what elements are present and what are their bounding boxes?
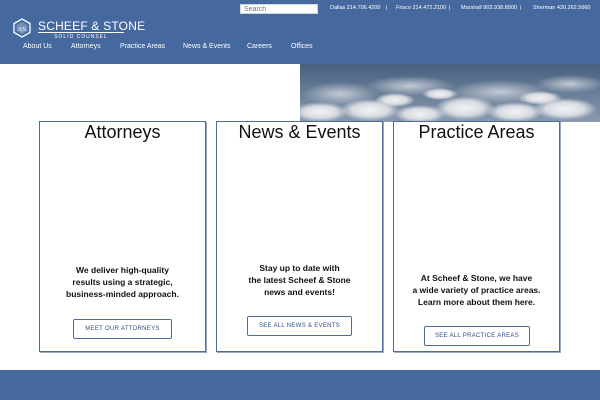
card-practice-areas-description: At Scheef & Stone, we have a wide variet… bbox=[394, 272, 559, 308]
scheef-stone-logo-icon: S|S bbox=[13, 18, 31, 38]
nav-news-events[interactable]: News & Events bbox=[183, 43, 230, 50]
meet-our-attorneys-button[interactable]: MEET OUR ATTORNEYS bbox=[73, 319, 172, 339]
see-all-news-events-button[interactable]: SEE ALL NEWS & EVENTS bbox=[247, 316, 352, 336]
sky-clouds-image bbox=[300, 64, 600, 122]
office-frisco-phone[interactable]: Frisco 214.472.2100 bbox=[396, 5, 446, 11]
see-all-practice-areas-button[interactable]: SEE ALL PRACTICE AREAS bbox=[424, 326, 530, 346]
nav-careers[interactable]: Careers bbox=[247, 43, 272, 50]
brand-tagline: SOLID COUNSEL bbox=[38, 32, 124, 41]
card-practice-areas-title: Practice Areas bbox=[418, 122, 535, 142]
nav-attorneys[interactable]: Attorneys bbox=[71, 43, 101, 50]
office-separator: | bbox=[520, 5, 522, 11]
card-text-line: business-minded approach. bbox=[66, 289, 179, 299]
card-attorneys: Attorneys We deliver high-quality result… bbox=[39, 121, 206, 352]
card-text-line: Learn more about them here. bbox=[417, 297, 536, 307]
office-marshall-phone[interactable]: Marshall 903.938.8900 bbox=[461, 5, 517, 11]
site-header: S|S SCHEEF & STONE SOLID COUNSEL Dallas … bbox=[0, 0, 600, 64]
card-text-line: Stay up to date with bbox=[259, 263, 340, 273]
card-news-events-description: Stay up to date with the latest Scheef &… bbox=[217, 262, 382, 298]
hero-sky-image bbox=[300, 64, 600, 122]
office-phone-bar: Dallas 214.706.4200 | Frisco 214.472.210… bbox=[330, 5, 600, 15]
card-news-events-title: News & Events bbox=[238, 122, 361, 142]
footer-band bbox=[0, 370, 600, 400]
office-separator: | bbox=[386, 5, 388, 11]
nav-practice-areas[interactable]: Practice Areas bbox=[120, 43, 165, 50]
card-text-line: results using a strategic, bbox=[72, 277, 173, 287]
brand-logo[interactable]: S|S SCHEEF & STONE SOLID COUNSEL bbox=[12, 18, 145, 42]
office-separator: | bbox=[449, 5, 451, 11]
main-nav: About Us Attorneys Practice Areas News &… bbox=[0, 43, 600, 55]
card-attorneys-title: Attorneys bbox=[84, 122, 161, 142]
office-dallas-phone[interactable]: Dallas 214.706.4200 bbox=[330, 5, 380, 11]
card-text-line: the latest Scheef & Stone bbox=[248, 275, 351, 285]
card-practice-areas: Practice Areas At Scheef & Stone, we hav… bbox=[393, 121, 560, 352]
brand-name: SCHEEF & STONE bbox=[38, 19, 146, 33]
card-text-line: news and events! bbox=[264, 287, 335, 297]
svg-text:S|S: S|S bbox=[18, 27, 26, 33]
card-text-line: At Scheef & Stone, we have bbox=[420, 273, 533, 283]
card-attorneys-description: We deliver high-quality results using a … bbox=[40, 264, 205, 300]
card-news-events: News & Events Stay up to date with the l… bbox=[216, 121, 383, 352]
card-text-line: We deliver high-quality bbox=[76, 265, 169, 275]
search-input[interactable] bbox=[240, 4, 318, 14]
office-sherman-phone[interactable]: Sherman 430.262.5660 bbox=[533, 5, 591, 11]
nav-offices[interactable]: Offices bbox=[291, 43, 313, 50]
nav-about-us[interactable]: About Us bbox=[23, 43, 52, 50]
card-text-line: a wide variety of practice areas. bbox=[412, 285, 541, 295]
